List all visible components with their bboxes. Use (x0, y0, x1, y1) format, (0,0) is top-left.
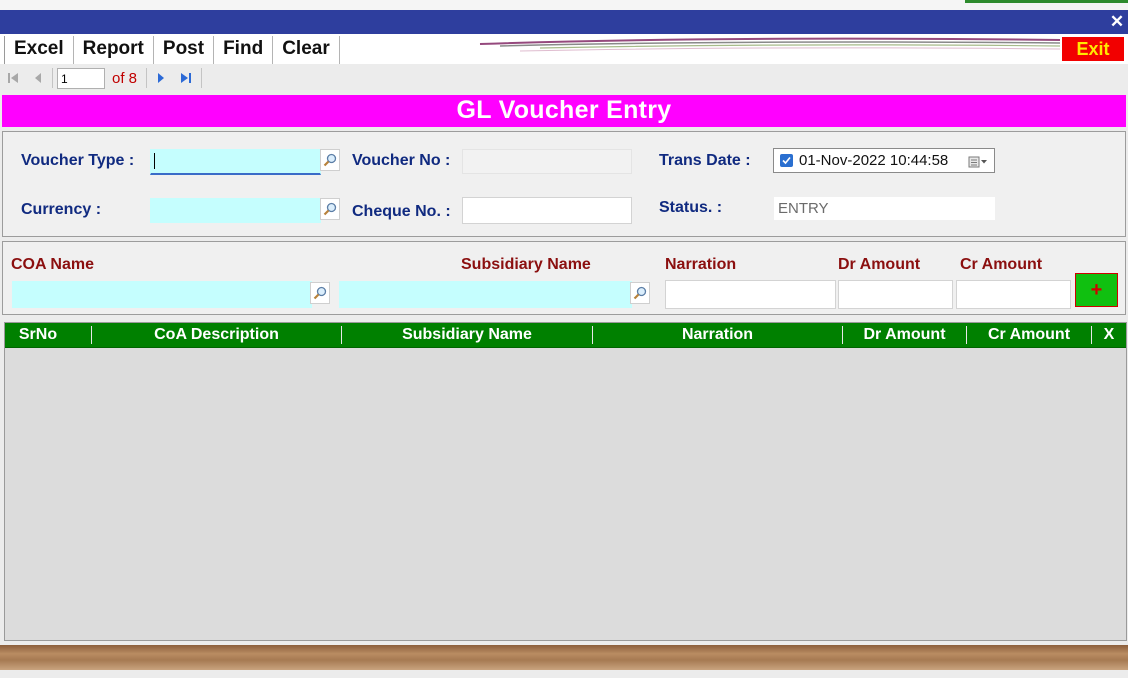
voucher-type-input[interactable] (150, 149, 321, 175)
previous-record-icon[interactable] (29, 69, 46, 86)
subsidiary-name-input[interactable] (339, 281, 632, 308)
narration-label: Narration (665, 256, 737, 273)
trans-date-label: Trans Date : (659, 152, 751, 169)
subsidiary-search-icon[interactable] (630, 282, 650, 304)
close-icon[interactable]: ✕ (1108, 10, 1126, 34)
add-line-button[interactable]: + (1075, 273, 1118, 307)
nav-separator (146, 68, 147, 88)
coa-search-icon[interactable] (310, 282, 330, 304)
page-title: GL Voucher Entry (2, 95, 1126, 127)
report-menu-item[interactable]: Report (72, 36, 153, 64)
cheque-no-input[interactable] (462, 197, 632, 224)
text-caret (154, 153, 155, 169)
nav-separator (52, 68, 53, 88)
voucher-no-label: Voucher No : (352, 152, 451, 169)
status-value: ENTRY (778, 200, 829, 217)
status-strip (0, 670, 1128, 678)
exit-button[interactable]: Exit (1062, 37, 1124, 61)
cr-amount-label: Cr Amount (960, 256, 1043, 273)
column-header-subsidiary-name[interactable]: Subsidiary Name (342, 323, 592, 347)
column-header-delete[interactable]: X (1092, 323, 1126, 347)
nav-separator (201, 68, 202, 88)
subsidiary-name-label: Subsidiary Name (461, 256, 591, 273)
dr-amount-label: Dr Amount (838, 256, 921, 273)
currency-input[interactable] (150, 198, 321, 223)
top-strip (0, 0, 1128, 10)
background-window-edge (965, 0, 1128, 3)
trans-date-value: 01-Nov-2022 10:44:58 (799, 152, 949, 169)
page-count-label: of 8 (112, 70, 138, 87)
post-menu-item[interactable]: Post (152, 36, 213, 64)
voucher-type-label: Voucher Type : (21, 152, 135, 169)
grid-header: SrNo CoA Description Subsidiary Name Nar… (5, 323, 1126, 348)
voucher-type-search-icon[interactable] (320, 149, 340, 171)
column-header-dr-amount[interactable]: Dr Amount (843, 323, 966, 347)
clear-menu-item[interactable]: Clear (272, 36, 340, 64)
dr-amount-input[interactable] (838, 280, 953, 309)
page-number-input[interactable] (57, 68, 105, 89)
decorative-footer-band (0, 645, 1128, 670)
status-label: Status. : (659, 199, 723, 216)
currency-label: Currency : (21, 201, 102, 218)
column-header-narration[interactable]: Narration (593, 323, 842, 347)
voucher-no-field (462, 149, 632, 174)
column-header-coa-description[interactable]: CoA Description (92, 323, 341, 347)
column-header-srno[interactable]: SrNo (5, 323, 71, 347)
menu-bar: Excel Report Post Find Clear (0, 34, 1128, 64)
currency-search-icon[interactable] (320, 198, 340, 220)
voucher-lines-grid[interactable]: SrNo CoA Description Subsidiary Name Nar… (4, 322, 1127, 641)
find-menu-item[interactable]: Find (213, 36, 272, 64)
trans-date-picker[interactable]: 01-Nov-2022 10:44:58 (773, 148, 995, 173)
coa-name-label: COA Name (11, 256, 94, 273)
menu: Excel Report Post Find Clear (4, 36, 340, 64)
next-record-icon[interactable] (152, 69, 169, 86)
trans-date-checkbox[interactable] (780, 154, 793, 167)
narration-input[interactable] (665, 280, 836, 309)
calendar-dropdown-icon[interactable] (968, 155, 988, 173)
status-field: ENTRY (773, 196, 996, 221)
record-navigator: of 8 (0, 64, 1128, 92)
cheque-no-label: Cheque No. : (352, 203, 451, 220)
decorative-swoosh (479, 37, 1060, 52)
title-bar (0, 10, 1128, 34)
coa-name-input[interactable] (12, 281, 312, 308)
excel-menu-item[interactable]: Excel (4, 36, 73, 64)
column-header-cr-amount[interactable]: Cr Amount (967, 323, 1091, 347)
cr-amount-input[interactable] (956, 280, 1071, 309)
first-record-icon[interactable] (4, 69, 21, 86)
last-record-icon[interactable] (177, 69, 194, 86)
